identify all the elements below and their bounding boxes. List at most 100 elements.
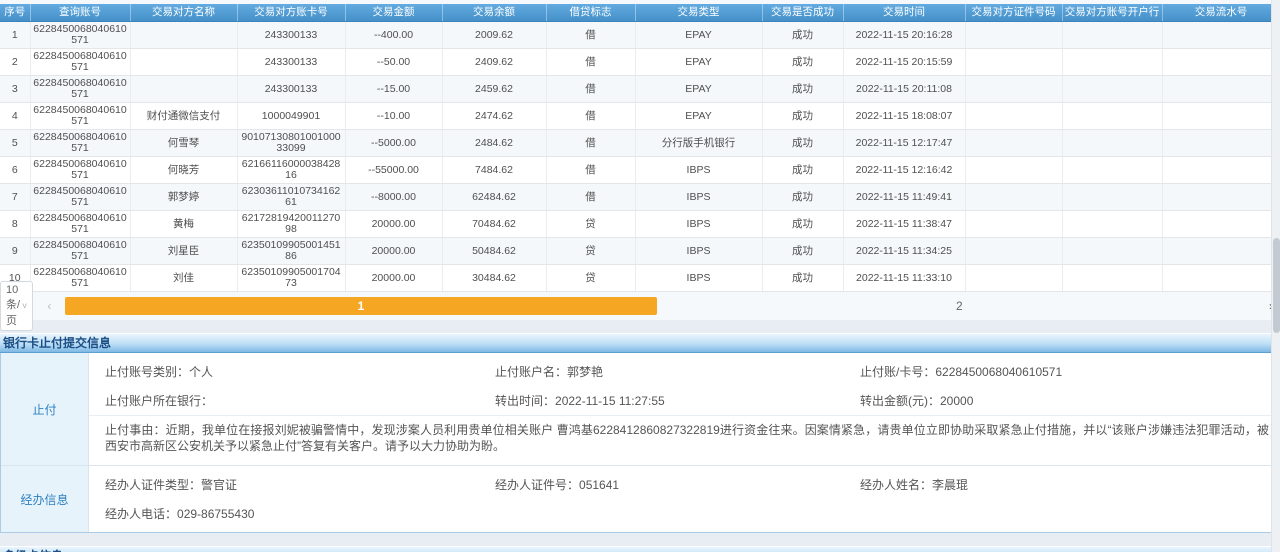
agent-info-fields: 经办人证件类型：警官证 经办人证件号：051641 经办人姓名：李晨琨 经办人电… [89,470,1279,528]
cell-balance: 50484.62 [442,238,546,265]
vertical-scrollbar-track[interactable] [1271,0,1280,552]
cell-query-account: 6228450068040610571 [30,49,130,76]
field-agent-cert-number: 经办人证件号：051641 [479,470,844,499]
transaction-row[interactable]: 8 6228450068040610571 黄梅 621728194200112… [0,211,1280,238]
cell-amount: --15.00 [345,76,442,103]
transaction-row[interactable]: 4 6228450068040610571 财付通微信支付 1000049901… [0,103,1280,130]
cell-counterparty-cert [965,49,1062,76]
prev-page-button[interactable]: ‹ [40,297,58,315]
transaction-row[interactable]: 9 6228450068040610571 刘星臣 62350109905001… [0,238,1280,265]
transaction-table-header-row: 序号查询账号交易对方名称交易对方账卡号交易金额交易余额借贷标志交易类型交易是否成… [0,4,1280,22]
cell-amount: --10.00 [345,103,442,130]
cell-time: 2022-11-15 12:16:42 [843,157,965,184]
transaction-column-header: 交易对方账卡号 [237,4,345,22]
cell-serial [1162,130,1280,157]
page-size-select[interactable]: 10条/页 ˅ [0,281,33,331]
multi-card-section: 多级卡信息 序号级别止付类型所属机构账号余额止付结果录入人录入单位录入时间 1 … [0,546,1280,552]
stop-payment-fields: 止付账号类别：个人 止付账户名：郭梦艳 止付账/卡号：6228450068040… [89,357,1279,415]
page-button-1[interactable]: 1 [65,297,656,315]
cell-balance: 2474.62 [442,103,546,130]
cell-transaction-type: IBPS [635,184,762,211]
transaction-row[interactable]: 7 6228450068040610571 郭梦婷 62303611010734… [0,184,1280,211]
stop-payment-panel: 止付 止付账号类别：个人 止付账户名：郭梦艳 止付账/卡号：6228450068… [0,353,1280,533]
cell-counterparty-bank [1062,211,1162,238]
cell-counterparty-bank [1062,130,1162,157]
cell-query-account: 6228450068040610571 [30,184,130,211]
cell-counterparty-cert [965,157,1062,184]
cell-time: 2022-11-15 11:33:10 [843,265,965,292]
cell-debit-credit-flag: 借 [546,22,635,49]
cell-debit-credit-flag: 借 [546,49,635,76]
field-card-number: 止付账/卡号：6228450068040610571 [844,357,1279,386]
transaction-row[interactable]: 10 6228450068040610571 刘佳 62350109905001… [0,265,1280,292]
cell-success: 成功 [762,184,843,211]
cell-debit-credit-flag: 借 [546,103,635,130]
transaction-column-header: 借贷标志 [546,4,635,22]
cell-success: 成功 [762,22,843,49]
stop-payment-page: 序号查询账号交易对方名称交易对方账卡号交易金额交易余额借贷标志交易类型交易是否成… [0,0,1280,552]
cell-transaction-type: IBPS [635,211,762,238]
transaction-row[interactable]: 3 6228450068040610571 243300133 --15.00 … [0,76,1280,103]
agent-info-block: 经办信息 经办人证件类型：警官证 经办人证件号：051641 经办人姓名：李晨琨… [1,466,1279,532]
cell-counterparty-bank [1062,238,1162,265]
cell-time: 2022-11-15 11:49:41 [843,184,965,211]
cell-balance: 70484.62 [442,211,546,238]
vertical-scrollbar-thumb[interactable] [1273,238,1280,333]
cell-success: 成功 [762,49,843,76]
stop-payment-block: 止付 止付账号类别：个人 止付账户名：郭梦艳 止付账/卡号：6228450068… [1,353,1279,466]
cell-counterparty-card: 6235010990500145186 [237,238,345,265]
cell-row-number: 9 [0,238,30,265]
cell-counterparty-cert [965,184,1062,211]
page-button-2[interactable]: 2 [664,297,1255,315]
cell-success: 成功 [762,265,843,292]
cell-serial [1162,238,1280,265]
cell-debit-credit-flag: 借 [546,157,635,184]
cell-success: 成功 [762,130,843,157]
cell-counterparty-card: 6216611600003842816 [237,157,345,184]
cell-row-number: 6 [0,157,30,184]
transaction-row[interactable]: 5 6228450068040610571 何雪琴 90107130801001… [0,130,1280,157]
cell-row-number: 2 [0,49,30,76]
transaction-column-header: 交易余额 [442,4,546,22]
cell-balance: 2009.62 [442,22,546,49]
cell-amount: --8000.00 [345,184,442,211]
cell-amount: --50.00 [345,49,442,76]
cell-counterparty-bank [1062,184,1162,211]
cell-counterparty-card: 243300133 [237,49,345,76]
stop-payment-content: 止付账号类别：个人 止付账户名：郭梦艳 止付账/卡号：6228450068040… [89,353,1279,465]
transaction-row[interactable]: 1 6228450068040610571 243300133 --400.00… [0,22,1280,49]
cell-serial [1162,22,1280,49]
cell-query-account: 6228450068040610571 [30,130,130,157]
transaction-column-header: 交易是否成功 [762,4,843,22]
transaction-row[interactable]: 2 6228450068040610571 243300133 --50.00 … [0,49,1280,76]
cell-time: 2022-11-15 20:16:28 [843,22,965,49]
cell-row-number: 5 [0,130,30,157]
cell-counterparty-bank [1062,157,1162,184]
cell-counterparty-card: 9010713080100100033099 [237,130,345,157]
field-account-name: 止付账户名：郭梦艳 [479,357,844,386]
cell-debit-credit-flag: 贷 [546,211,635,238]
transaction-column-header: 交易金额 [345,4,442,22]
cell-time: 2022-11-15 20:11:08 [843,76,965,103]
cell-counterparty-bank [1062,76,1162,103]
cell-counterparty-card: 1000049901 [237,103,345,130]
cell-success: 成功 [762,157,843,184]
cell-counterparty-card: 243300133 [237,76,345,103]
cell-query-account: 6228450068040610571 [30,22,130,49]
page-size-label: 10条/页 [6,284,20,328]
cell-amount: 20000.00 [345,265,442,292]
cell-counterparty-name: 财付通微信支付 [130,103,237,130]
transaction-table: 序号查询账号交易对方名称交易对方账卡号交易金额交易余额借贷标志交易类型交易是否成… [0,4,1280,292]
cell-transaction-type: IBPS [635,265,762,292]
cell-counterparty-bank [1062,22,1162,49]
cell-counterparty-cert [965,265,1062,292]
cell-query-account: 6228450068040610571 [30,103,130,130]
cell-counterparty-bank [1062,265,1162,292]
cell-debit-credit-flag: 借 [546,184,635,211]
cell-row-number: 8 [0,211,30,238]
cell-balance: 7484.62 [442,157,546,184]
cell-balance: 2484.62 [442,130,546,157]
cell-amount: --5000.00 [345,130,442,157]
cell-serial [1162,265,1280,292]
transaction-row[interactable]: 6 6228450068040610571 何晓芳 62166116000038… [0,157,1280,184]
